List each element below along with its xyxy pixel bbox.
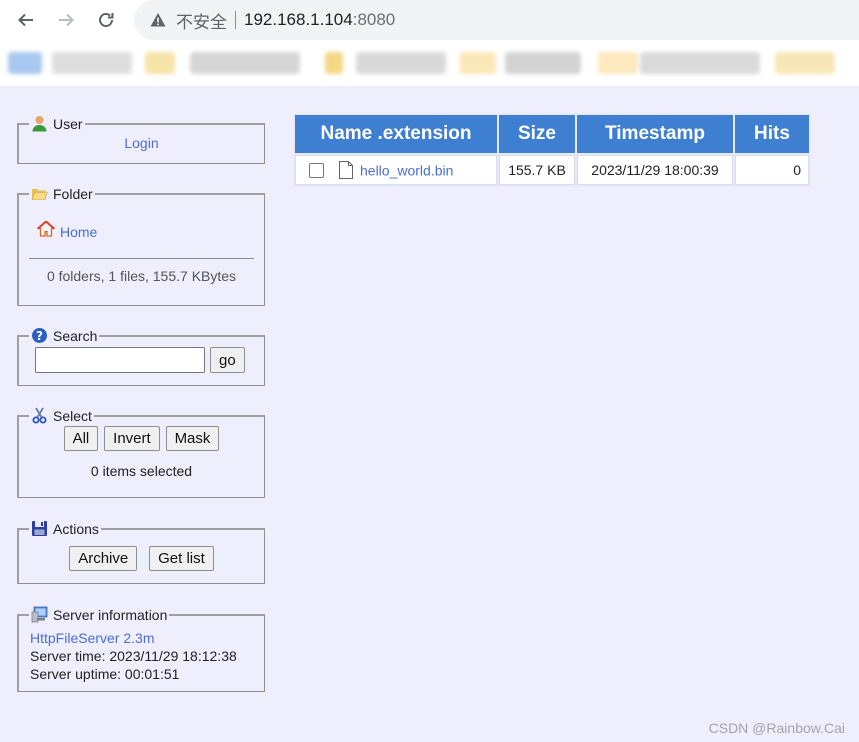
server-info-legend: Server information [29, 606, 169, 623]
bookmark-item[interactable] [325, 52, 343, 74]
bookmarks-bar [0, 44, 859, 82]
archive-button[interactable]: Archive [69, 546, 138, 571]
watermark: CSDN @Rainbow.Cai [708, 720, 845, 736]
bookmark-item[interactable] [640, 52, 760, 74]
folder-legend-label: Folder [53, 185, 93, 202]
security-label[interactable]: 不安全 [176, 8, 227, 33]
hits-cell: 0 [735, 155, 809, 185]
name-cell: hello_world.bin [295, 155, 497, 185]
select-legend: Select [29, 407, 94, 424]
bookmark-item[interactable] [460, 52, 496, 74]
table-row: hello_world.bin 155.7 KB 2023/11/29 18:0… [295, 155, 809, 185]
back-arrow-icon[interactable] [14, 8, 38, 32]
address-bar[interactable]: 不安全 192.168.1.104:8080 [134, 0, 859, 40]
bookmark-item[interactable] [190, 52, 300, 74]
browser-chrome: 不安全 192.168.1.104:8080 [0, 0, 859, 86]
selection-status: 0 items selected [90, 463, 193, 479]
server-software-link[interactable]: HttpFileServer 2.3m [30, 630, 154, 646]
svg-text:?: ? [36, 329, 43, 343]
home-link[interactable]: Home [60, 224, 97, 240]
column-header-timestamp[interactable]: Timestamp [577, 115, 733, 153]
file-link[interactable]: hello_world.bin [360, 162, 453, 178]
file-icon [339, 161, 353, 180]
omnibox-separator [235, 11, 236, 29]
size-cell: 155.7 KB [499, 155, 575, 185]
bookmark-item[interactable] [775, 52, 835, 74]
help-icon: ? [32, 328, 47, 343]
folder-legend: Folder [29, 185, 95, 202]
forward-arrow-icon[interactable] [54, 8, 78, 32]
actions-legend: Actions [29, 520, 101, 537]
select-panel: Select All Invert Mask 0 items selected [17, 407, 265, 498]
server-info-legend-label: Server information [53, 606, 168, 623]
select-all-button[interactable]: All [63, 426, 99, 451]
bookmark-item[interactable] [52, 52, 132, 74]
folder-panel: Folder Home 0 folders, 1 files, 155.7 KB… [17, 185, 265, 306]
reload-icon[interactable] [94, 8, 118, 32]
actions-legend-label: Actions [53, 520, 99, 537]
select-invert-button[interactable]: Invert [104, 426, 160, 451]
user-icon [32, 116, 47, 132]
url-host: 192.168.1.104 [244, 10, 353, 29]
column-header-name[interactable]: Name .extension [295, 115, 497, 153]
page-content: User Login Folder Home 0 folders, 1 file… [0, 86, 859, 742]
search-panel: ? Search go [17, 327, 265, 386]
user-panel: User Login [17, 115, 265, 164]
search-input[interactable] [35, 347, 205, 373]
home-icon [37, 220, 55, 237]
select-legend-label: Select [53, 407, 92, 424]
server-time: Server time: 2023/11/29 18:12:38 [30, 648, 237, 664]
url-port: :8080 [352, 10, 396, 29]
search-legend-label: Search [53, 327, 98, 344]
login-link[interactable]: Login [124, 135, 158, 151]
floppy-disk-icon [32, 521, 47, 536]
table-header-row: Name .extension Size Timestamp Hits [295, 115, 809, 153]
user-legend: User [29, 115, 85, 132]
warning-icon [150, 13, 166, 27]
actions-panel: Actions Archive Get list [17, 520, 265, 584]
file-table: Name .extension Size Timestamp Hits hell… [293, 113, 811, 187]
computer-icon [31, 606, 48, 623]
user-legend-label: User [53, 115, 83, 132]
row-checkbox[interactable] [309, 162, 324, 178]
scissors-icon [32, 407, 47, 424]
bookmark-item[interactable] [505, 52, 581, 74]
search-go-button[interactable]: go [210, 347, 245, 373]
server-info-panel: Server information HttpFileServer 2.3m S… [17, 606, 265, 692]
server-uptime: Server uptime: 00:01:51 [30, 666, 180, 682]
get-list-button[interactable]: Get list [149, 546, 214, 571]
open-folder-icon [31, 189, 48, 200]
timestamp-cell: 2023/11/29 18:00:39 [577, 155, 733, 185]
bookmark-item[interactable] [145, 52, 175, 74]
folder-summary: 0 folders, 1 files, 155.7 KBytes [46, 268, 237, 284]
bookmark-item[interactable] [8, 52, 42, 74]
search-legend: ? Search [29, 327, 99, 344]
bookmark-item[interactable] [356, 52, 446, 74]
select-mask-button[interactable]: Mask [165, 426, 220, 451]
column-header-size[interactable]: Size [499, 115, 575, 153]
column-header-hits[interactable]: Hits [735, 115, 809, 153]
bookmark-item[interactable] [598, 52, 638, 74]
